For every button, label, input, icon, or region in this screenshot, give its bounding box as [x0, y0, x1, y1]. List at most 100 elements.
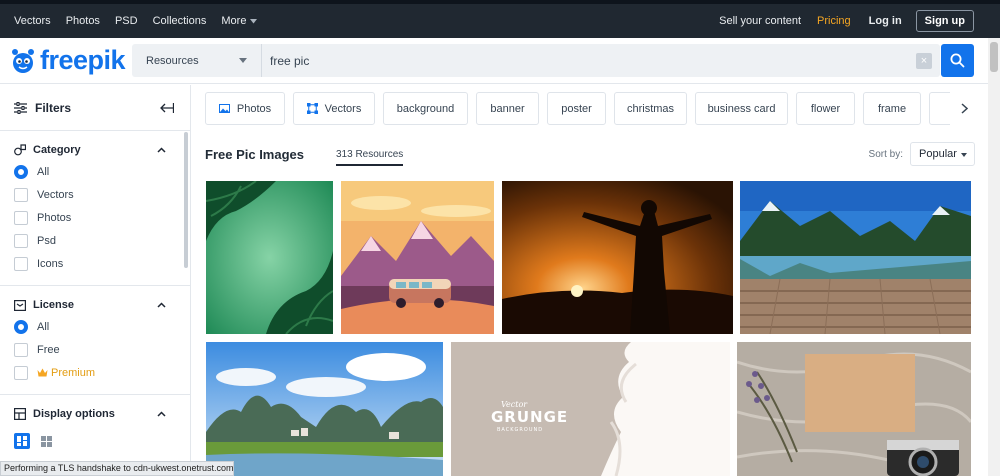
results-count-tab[interactable]: 313 Resources [336, 143, 404, 166]
license-option-all[interactable]: All [14, 315, 190, 338]
option-label: Photos [37, 211, 72, 224]
checkbox[interactable] [14, 256, 28, 271]
clear-search-icon[interactable]: × [916, 52, 932, 69]
lavender-envelope-camera-image [737, 342, 971, 476]
grid-layout-icon[interactable] [38, 433, 54, 449]
layout-icon [14, 408, 26, 420]
leaves-frame-image [206, 181, 333, 334]
result-image-grunge[interactable]: Vector GRUNGE BACKGROUND [451, 342, 730, 476]
result-image-mountain-lake[interactable] [740, 181, 971, 334]
tag-christmas[interactable]: christmas [614, 92, 687, 125]
result-image-van[interactable] [341, 181, 494, 334]
category-section: Category All Vectors Photos Psd Icons [0, 131, 190, 286]
signup-button[interactable]: Sign up [915, 10, 974, 32]
filters-header: Filters [0, 85, 190, 131]
category-option-icons[interactable]: Icons [14, 252, 190, 275]
category-option-photos[interactable]: Photos [14, 206, 190, 229]
sidebar-scrollbar[interactable] [184, 132, 188, 268]
sort-control: Sort by: Popular [869, 142, 975, 166]
pricing-link[interactable]: Pricing [817, 15, 851, 27]
nav-link-psd[interactable]: PSD [115, 15, 138, 27]
nav-link-vectors[interactable]: Vectors [14, 15, 51, 27]
category-option-psd[interactable]: Psd [14, 229, 190, 252]
sliders-icon [14, 101, 27, 114]
category-option-all[interactable]: All [14, 160, 190, 183]
filters-title: Filters [35, 100, 72, 115]
tag-frame[interactable]: frame [863, 92, 921, 125]
browser-status-bar: Performing a TLS handshake to cdn-ukwest… [0, 461, 234, 476]
sell-content-link[interactable]: Sell your content [719, 15, 801, 27]
display-options-title: Display options [33, 408, 115, 420]
tag-label: christmas [626, 102, 675, 115]
freepik-logo[interactable]: freepik [8, 45, 128, 76]
tag-photos[interactable]: Photos [205, 92, 285, 125]
page-scrollbar[interactable] [988, 38, 1000, 476]
page-scrollbar-thumb[interactable] [990, 42, 998, 72]
tag-label: Vectors [324, 102, 362, 115]
checkbox[interactable] [14, 342, 28, 357]
premium-label-wrap: Premium [37, 367, 95, 379]
category-option-vectors[interactable]: Vectors [14, 183, 190, 206]
masonry-layout-icon[interactable] [14, 433, 30, 449]
radio-selected[interactable] [14, 319, 28, 334]
license-option-free[interactable]: Free [14, 338, 190, 361]
karst-river-image [206, 342, 443, 476]
retro-van-illustration [341, 181, 494, 334]
result-image-sunset-man[interactable] [502, 181, 733, 334]
tag-vectors[interactable]: Vectors [293, 92, 375, 125]
collapse-sidebar-icon[interactable] [159, 102, 174, 114]
checkbox[interactable] [14, 233, 28, 248]
checkbox[interactable] [14, 365, 28, 380]
tag-poster[interactable]: poster [547, 92, 606, 125]
option-label: Free [37, 343, 60, 356]
nav-link-photos[interactable]: Photos [66, 15, 100, 27]
crown-icon [37, 368, 48, 377]
license-header[interactable]: License [14, 295, 190, 315]
sort-dropdown[interactable]: Popular [910, 142, 975, 166]
site-header: freepik Resources free pic × [0, 38, 988, 84]
option-label: Premium [51, 366, 96, 379]
chevron-up-icon[interactable] [157, 147, 166, 153]
tags-next-button[interactable] [950, 92, 978, 125]
display-options-section: Display options [0, 395, 190, 459]
license-title: License [33, 299, 74, 311]
option-label: Psd [37, 234, 56, 247]
display-options-header[interactable]: Display options [14, 404, 190, 424]
search-button[interactable] [941, 44, 974, 77]
license-option-premium[interactable]: Premium [14, 361, 190, 384]
tag-label: Photos [236, 102, 272, 115]
tag-label: poster [561, 102, 592, 115]
results-header: Free Pic Images 313 Resources Sort by: P… [205, 140, 975, 168]
display-toggle-group [14, 433, 190, 449]
tag-business-card[interactable]: business card [695, 92, 788, 125]
chevron-up-icon[interactable] [157, 302, 166, 308]
nav-more-label: More [221, 15, 247, 27]
option-label: All [37, 165, 50, 178]
result-image-leaves[interactable] [206, 181, 333, 334]
chevron-up-icon[interactable] [157, 411, 166, 417]
result-image-lavender-camera[interactable] [737, 342, 971, 476]
filters-sidebar: Filters Category All Vectors Photos Psd … [0, 85, 191, 476]
checkbox[interactable] [14, 210, 28, 225]
sort-value: Popular [919, 148, 957, 160]
tag-label: background [396, 102, 455, 115]
radio-selected[interactable] [14, 164, 28, 179]
search-input[interactable]: free pic [262, 54, 916, 68]
chevron-right-icon [960, 103, 968, 114]
search-icon [950, 53, 965, 68]
resources-dropdown[interactable]: Resources [132, 44, 262, 77]
nav-more-menu[interactable]: More [221, 15, 258, 27]
category-header[interactable]: Category [14, 140, 190, 160]
tag-flower[interactable]: flower [796, 92, 855, 125]
login-link[interactable]: Log in [869, 15, 902, 27]
tag-banner[interactable]: banner [476, 92, 539, 125]
checkbox[interactable] [14, 187, 28, 202]
tag-label: banner [490, 102, 525, 115]
nav-link-collections[interactable]: Collections [153, 15, 207, 27]
tag-background[interactable]: background [383, 92, 468, 125]
tag-label: business card [707, 102, 776, 115]
category-title: Category [33, 144, 81, 156]
result-image-karst[interactable] [206, 342, 443, 476]
related-tags: Photos Vectors background banner poster … [205, 92, 975, 125]
option-label: Icons [37, 257, 64, 270]
